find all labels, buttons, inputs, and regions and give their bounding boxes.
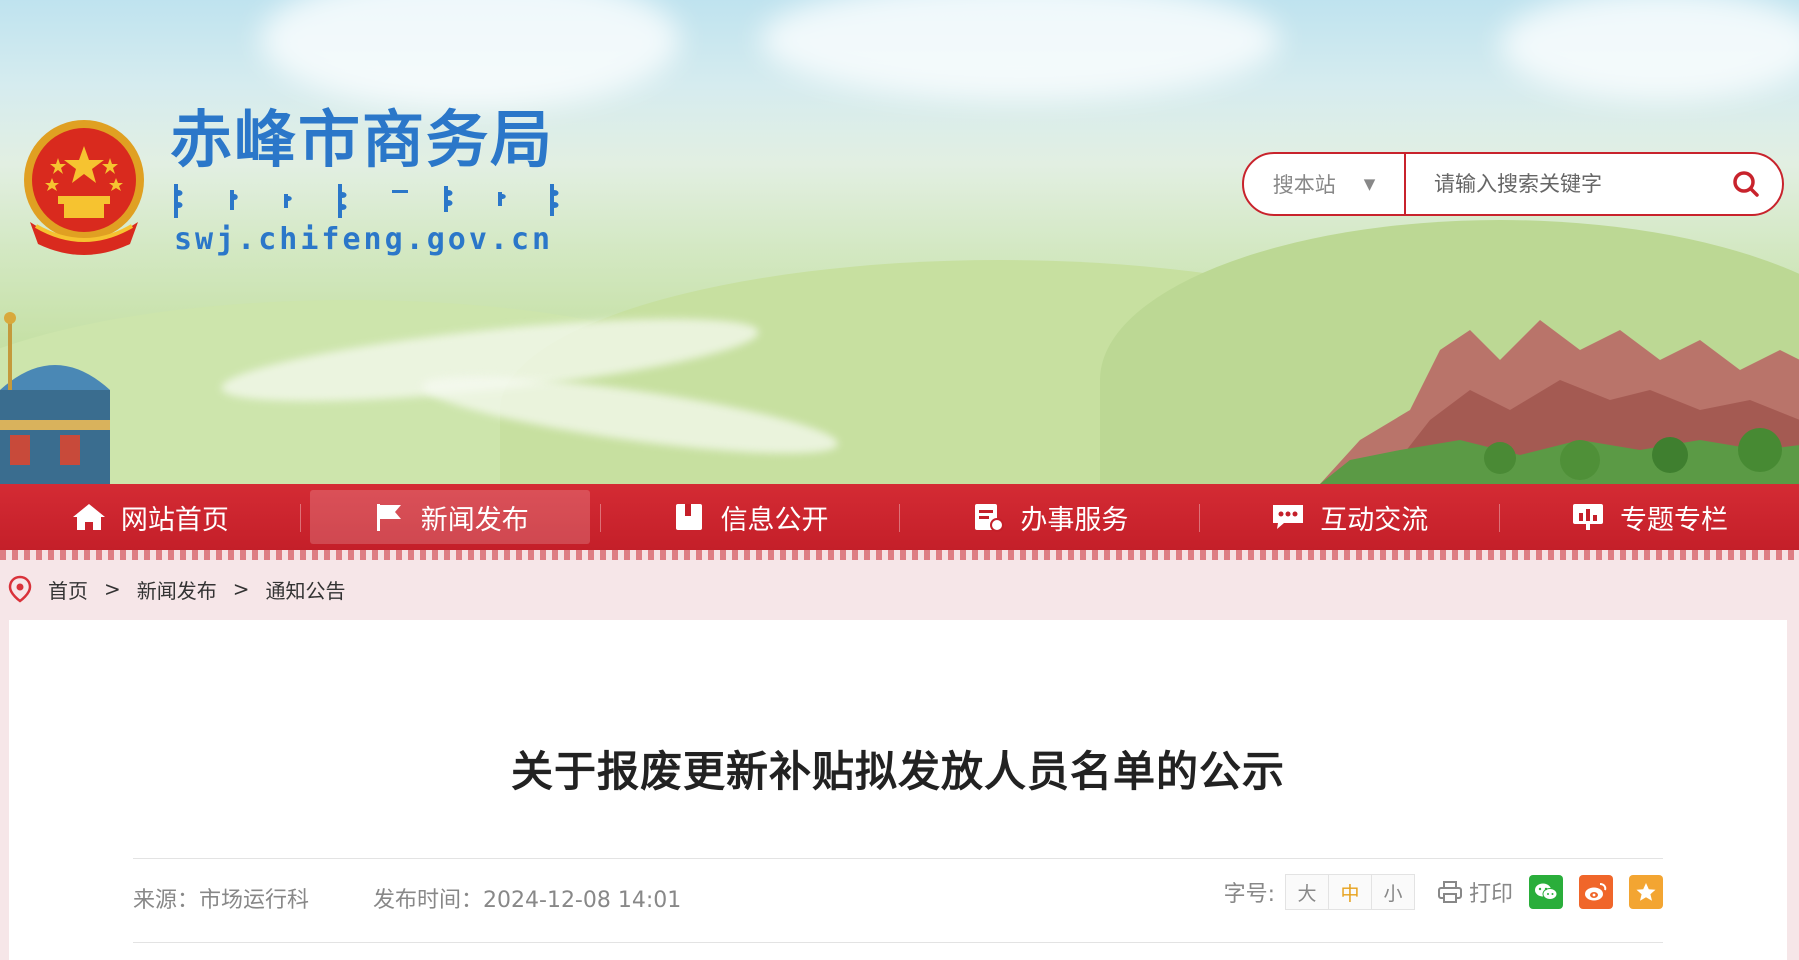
breadcrumb-home[interactable]: 首页 xyxy=(48,575,88,604)
weibo-icon xyxy=(1585,883,1607,901)
site-header: 赤峰市商务局 swj.chifeng.gov.cn 搜本站 ▼ xyxy=(0,0,1799,484)
breadcrumb-notices[interactable]: 通知公告 xyxy=(266,575,346,604)
nav-item-label: 专题专栏 xyxy=(1620,504,1729,536)
nav-item-label: 信息公开 xyxy=(720,504,829,536)
print-label: 打印 xyxy=(1468,882,1513,907)
search-button[interactable] xyxy=(1710,154,1782,214)
article-tools: 字号: 大 中 小 打印 xyxy=(1224,874,1663,910)
book-icon xyxy=(675,504,702,530)
search-icon xyxy=(1733,171,1759,197)
cloud xyxy=(760,0,1280,100)
article-source: 来源：市场运行科 xyxy=(133,888,310,913)
decorative-border xyxy=(0,550,1799,560)
article-publish-time: 发布时间：2024-12-08 14:01 xyxy=(373,888,682,913)
yurt-building xyxy=(0,312,110,484)
printer-icon xyxy=(1437,881,1462,903)
breadcrumb: 首页 > 新闻发布 > 通知公告 xyxy=(8,572,346,606)
flag-icon xyxy=(376,504,401,531)
nav-item-label: 新闻发布 xyxy=(420,504,529,536)
cloud xyxy=(1500,0,1799,100)
article-title: 关于报废更新补贴拟发放人员名单的公示 xyxy=(510,747,1285,796)
font-size-medium-button[interactable]: 中 xyxy=(1327,875,1371,909)
font-size-small-button[interactable]: 小 xyxy=(1370,875,1414,909)
font-size-label: 字号: xyxy=(1223,882,1275,907)
site-domain: swj.chifeng.gov.cn xyxy=(174,222,554,257)
wechat-icon xyxy=(1535,883,1558,900)
mongolian-script-title xyxy=(174,184,559,218)
main-nav: 网站首页 新闻发布 信息公开 办事服务 互动交流 专题专栏 xyxy=(0,484,1799,550)
document-icon xyxy=(975,504,1005,532)
article-card: 关于报废更新补贴拟发放人员名单的公示 来源：市场运行科 发布时间：2024-12… xyxy=(9,620,1787,960)
nav-item-info-disclosure[interactable]: 信息公开 xyxy=(599,484,900,550)
search-input[interactable] xyxy=(1406,171,1710,197)
site-title: 赤峰市商务局 xyxy=(170,103,555,176)
national-emblem-icon xyxy=(24,120,144,255)
cloud xyxy=(260,0,680,110)
nav-item-services[interactable]: 办事服务 xyxy=(899,484,1199,550)
font-size-large-button[interactable]: 大 xyxy=(1285,875,1328,909)
search-scope-dropdown[interactable]: 搜本站 ▼ xyxy=(1244,154,1406,214)
nav-item-news[interactable]: 新闻发布 xyxy=(299,484,600,550)
search-box: 搜本站 ▼ xyxy=(1242,152,1784,216)
article-meta: 来源：市场运行科 发布时间：2024-12-08 14:01 xyxy=(133,882,681,914)
presentation-icon xyxy=(1573,504,1604,530)
nav-item-label: 互动交流 xyxy=(1320,504,1429,536)
rock-mountain xyxy=(1320,320,1799,484)
location-pin-icon xyxy=(8,575,32,603)
home-icon xyxy=(72,504,105,530)
share-favorite-button[interactable] xyxy=(1629,875,1663,909)
nav-item-label: 办事服务 xyxy=(1020,504,1129,536)
print-button[interactable]: 打印 xyxy=(1437,876,1513,908)
breadcrumb-separator: > xyxy=(104,577,121,601)
favorite-icon xyxy=(1636,883,1656,901)
search-scope-label: 搜本站 xyxy=(1272,173,1336,197)
share-weibo-button[interactable] xyxy=(1579,875,1613,909)
breadcrumb-separator: > xyxy=(232,577,250,601)
breadcrumb-news[interactable]: 新闻发布 xyxy=(137,575,217,604)
nav-item-home[interactable]: 网站首页 xyxy=(0,484,300,550)
chevron-down-icon: ▼ xyxy=(1363,175,1376,193)
nav-item-label: 网站首页 xyxy=(120,504,229,536)
share-wechat-button[interactable] xyxy=(1529,875,1563,909)
nav-item-special-topics[interactable]: 专题专栏 xyxy=(1499,484,1799,550)
font-size-group: 大 中 小 xyxy=(1284,874,1415,910)
divider xyxy=(133,942,1663,943)
nav-item-interaction[interactable]: 互动交流 xyxy=(1199,484,1499,550)
divider xyxy=(133,858,1663,859)
chat-icon xyxy=(1273,505,1304,529)
